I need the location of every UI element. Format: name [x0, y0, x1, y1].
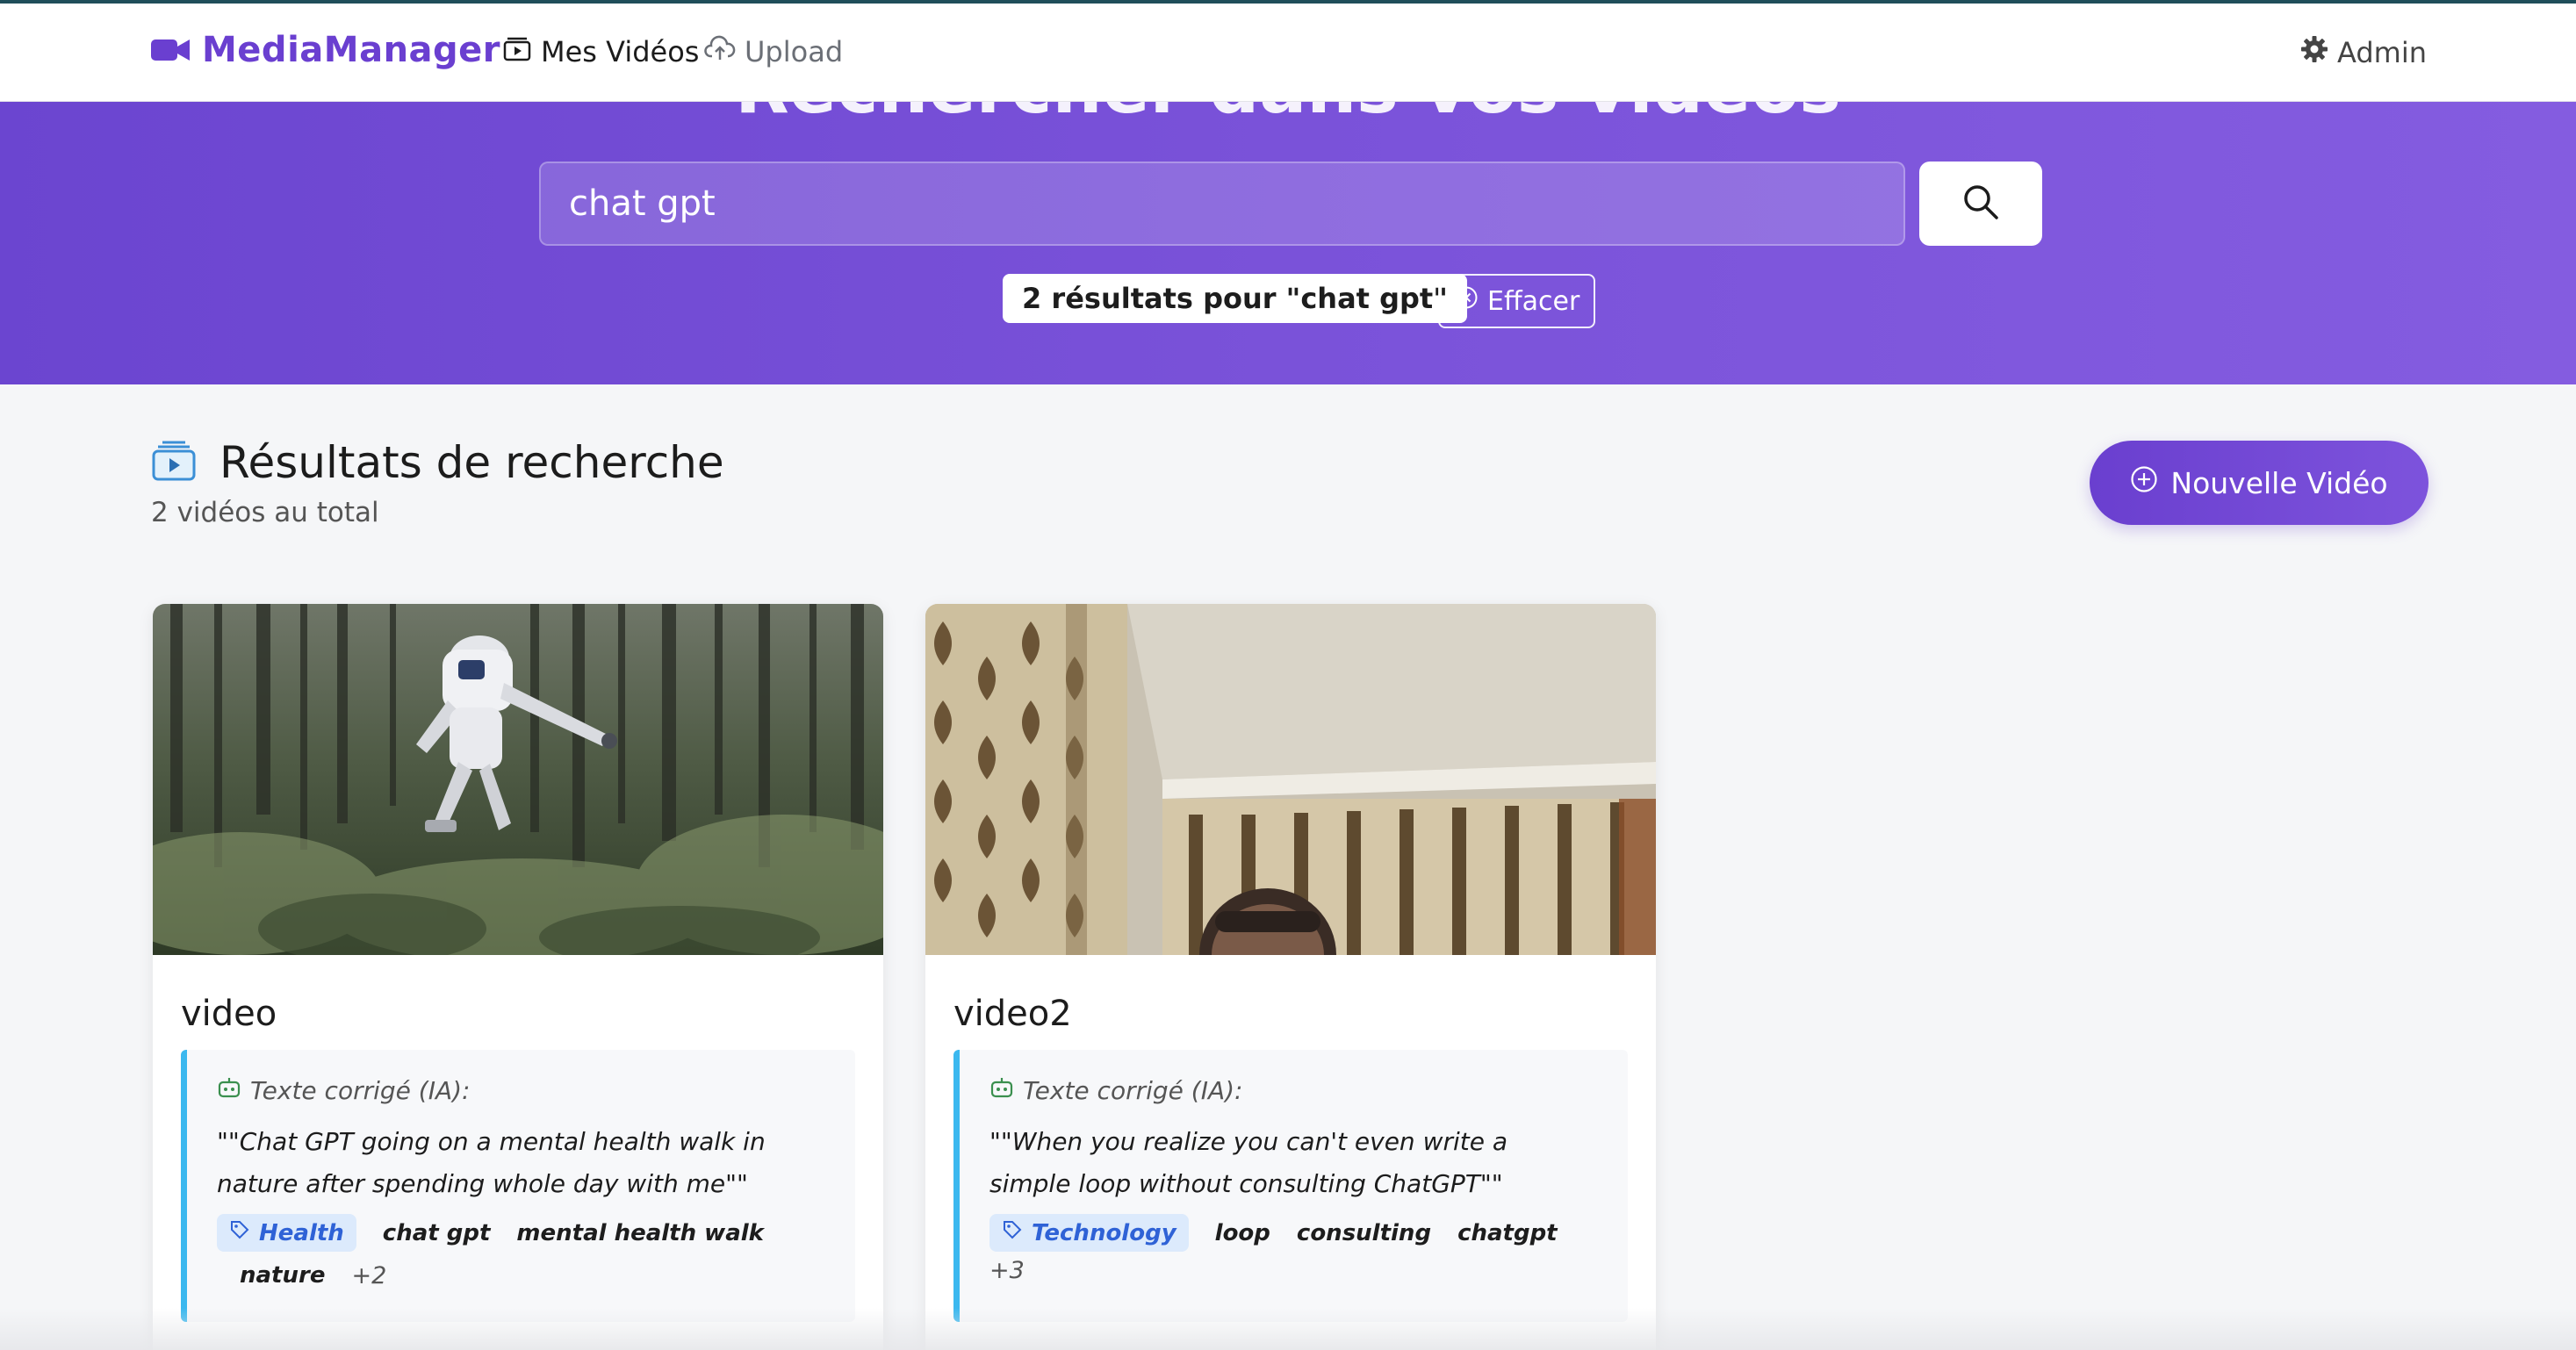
tag-list: Technology loop consulting chatgpt +3	[989, 1214, 1595, 1284]
new-video-label: Nouvelle Vidéo	[2170, 465, 2388, 500]
tag[interactable]: chatgpt	[1457, 1215, 1558, 1252]
nav-label: Mes Vidéos	[541, 35, 700, 68]
nav-upload[interactable]: Upload	[704, 35, 843, 68]
clear-search-button[interactable]: Effacer	[1438, 274, 1596, 328]
gear-icon	[2300, 35, 2328, 70]
page-title: Résultats de recherche	[219, 437, 724, 488]
more-tags-count[interactable]: +2	[351, 1262, 386, 1289]
robot-icon	[989, 1076, 1014, 1105]
search-button[interactable]	[1919, 162, 2042, 246]
tag[interactable]: chat gpt	[383, 1215, 491, 1252]
tag[interactable]: consulting	[1297, 1215, 1431, 1252]
hero-title: Rechercher dans vos vidéos	[0, 102, 2576, 129]
video-card[interactable]: video Texte corrigé (IA): ""Chat GPT goi…	[153, 604, 883, 1350]
ai-corrected-text-box: Texte corrigé (IA): ""When you realize y…	[953, 1050, 1628, 1322]
nav-label: Upload	[745, 35, 844, 68]
top-navbar: MediaManager Mes Vidéos Upload Admin	[0, 4, 2576, 102]
results-total: 2 vidéos au total	[151, 497, 379, 528]
tag[interactable]: loop	[1215, 1215, 1270, 1252]
results-count-badge: 2 résultats pour "chat gpt"	[1003, 274, 1467, 323]
tag-icon	[229, 1219, 250, 1246]
category-label: Health	[259, 1219, 344, 1246]
video-title: video	[181, 994, 277, 1034]
ai-corrected-text-box: Texte corrigé (IA): ""Chat GPT going on …	[181, 1050, 855, 1322]
plus-circle-icon	[2130, 465, 2158, 500]
video-card[interactable]: video2 Texte corrigé (IA): ""When you re…	[925, 604, 1656, 1350]
video-library-icon	[151, 441, 197, 485]
search-input[interactable]	[539, 162, 1905, 246]
new-video-button[interactable]: Nouvelle Vidéo	[2090, 441, 2428, 525]
ai-corrected-text: ""When you realize you can't even write …	[989, 1127, 1508, 1198]
video-title: video2	[953, 994, 1072, 1034]
close-circle-icon	[1454, 285, 1479, 317]
video-thumbnail[interactable]	[153, 604, 883, 955]
category-tag[interactable]: Technology	[989, 1214, 1189, 1252]
ai-corrected-text: ""Chat GPT going on a mental health walk…	[217, 1127, 766, 1198]
ai-label: Texte corrigé (IA):	[250, 1076, 471, 1105]
category-label: Technology	[1032, 1219, 1176, 1246]
brand-name: MediaManager	[202, 30, 501, 70]
tag[interactable]: mental health walk	[516, 1215, 764, 1252]
tag-list: Health chat gpt mental health walk natur…	[217, 1214, 823, 1294]
robot-icon	[217, 1076, 241, 1105]
more-tags-count[interactable]: +3	[989, 1257, 1025, 1284]
video-camera-icon	[151, 37, 190, 63]
video-library-icon	[502, 35, 532, 68]
results-section-header: Résultats de recherche 2 vidéos au total	[151, 437, 724, 528]
search-icon	[1960, 181, 2002, 226]
category-tag[interactable]: Health	[217, 1214, 356, 1252]
admin-label: Admin	[2337, 36, 2427, 69]
tag[interactable]: nature	[240, 1257, 325, 1294]
scroll-fade	[0, 1308, 2576, 1350]
tag-icon	[1002, 1219, 1023, 1246]
search-hero: Rechercher dans vos vidéos 2 résultats p…	[0, 102, 2576, 384]
nav-mes-videos[interactable]: Mes Vidéos	[502, 35, 699, 68]
clear-label: Effacer	[1487, 285, 1580, 317]
video-thumbnail[interactable]	[925, 604, 1656, 955]
cloud-upload-icon	[704, 35, 736, 68]
brand-logo[interactable]: MediaManager	[151, 30, 500, 70]
nav-admin[interactable]: Admin	[2300, 35, 2427, 70]
ai-label: Texte corrigé (IA):	[1023, 1076, 1243, 1105]
